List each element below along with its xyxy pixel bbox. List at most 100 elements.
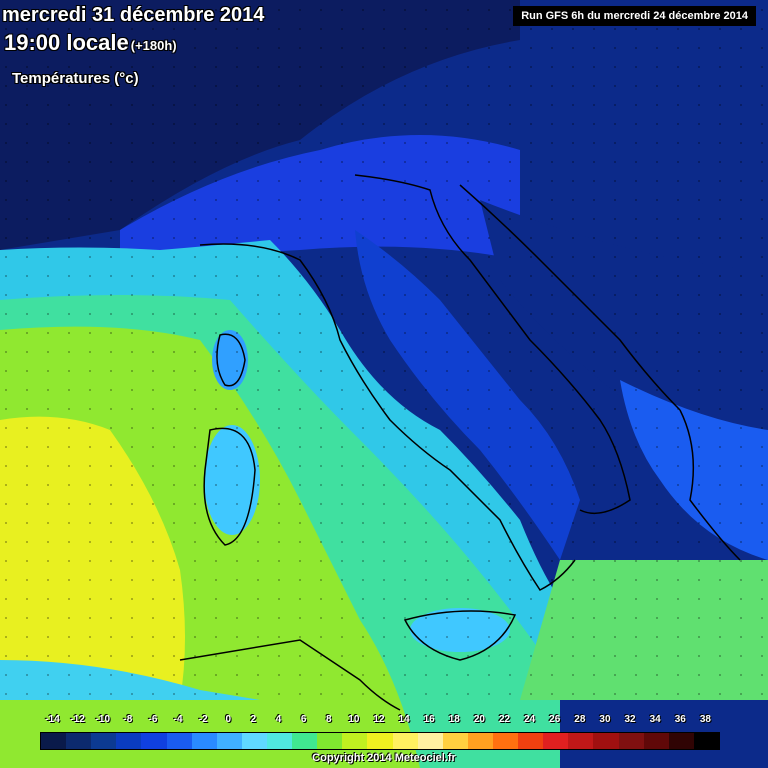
grid-point xyxy=(761,446,763,448)
grid-point xyxy=(404,484,406,486)
grid-point xyxy=(5,522,7,524)
grid-point xyxy=(698,522,700,524)
grid-point xyxy=(257,85,259,87)
grid-point xyxy=(89,522,91,524)
grid-point xyxy=(341,446,343,448)
grid-point xyxy=(719,332,721,334)
grid-point xyxy=(383,256,385,258)
grid-point xyxy=(551,332,553,334)
grid-point xyxy=(131,199,133,201)
grid-point xyxy=(572,313,574,315)
grid-point xyxy=(614,427,616,429)
grid-point xyxy=(551,161,553,163)
grid-point xyxy=(257,522,259,524)
grid-point xyxy=(593,617,595,619)
grid-point xyxy=(698,218,700,220)
grid-point xyxy=(635,541,637,543)
grid-point xyxy=(152,579,154,581)
grid-point xyxy=(194,465,196,467)
grid-point xyxy=(236,256,238,258)
legend-swatch xyxy=(593,733,619,749)
grid-point xyxy=(131,142,133,144)
grid-point xyxy=(278,180,280,182)
grid-point xyxy=(257,237,259,239)
grid-point xyxy=(656,294,658,296)
grid-point xyxy=(761,104,763,106)
grid-point xyxy=(425,693,427,695)
grid-point xyxy=(488,256,490,258)
grid-point xyxy=(47,104,49,106)
grid-point xyxy=(593,218,595,220)
grid-point xyxy=(425,85,427,87)
grid-point xyxy=(572,351,574,353)
grid-point xyxy=(215,541,217,543)
grid-point xyxy=(383,579,385,581)
grid-point xyxy=(677,446,679,448)
grid-point xyxy=(194,693,196,695)
grid-point xyxy=(614,370,616,372)
grid-point xyxy=(257,47,259,49)
grid-point xyxy=(761,294,763,296)
grid-point xyxy=(26,142,28,144)
grid-point xyxy=(278,199,280,201)
grid-point xyxy=(47,408,49,410)
grid-point xyxy=(488,522,490,524)
grid-point xyxy=(656,522,658,524)
grid-point xyxy=(152,218,154,220)
grid-point xyxy=(68,142,70,144)
grid-point xyxy=(593,142,595,144)
grid-point xyxy=(68,275,70,277)
grid-point xyxy=(677,674,679,676)
grid-point xyxy=(467,142,469,144)
grid-point xyxy=(236,104,238,106)
grid-point xyxy=(383,47,385,49)
grid-point xyxy=(740,66,742,68)
grid-point xyxy=(761,256,763,258)
legend-label: -2 xyxy=(198,714,208,725)
grid-point xyxy=(530,104,532,106)
grid-point xyxy=(446,693,448,695)
grid-point xyxy=(656,161,658,163)
grid-point xyxy=(299,332,301,334)
grid-point xyxy=(299,294,301,296)
grid-point xyxy=(761,674,763,676)
grid-point xyxy=(719,598,721,600)
grid-point xyxy=(383,142,385,144)
grid-point xyxy=(320,218,322,220)
legend-label: -4 xyxy=(173,714,183,725)
grid-point xyxy=(89,484,91,486)
grid-point xyxy=(26,541,28,543)
grid-point xyxy=(740,218,742,220)
grid-point xyxy=(152,199,154,201)
grid-point xyxy=(5,123,7,125)
grid-point xyxy=(509,484,511,486)
grid-point xyxy=(320,180,322,182)
grid-point xyxy=(614,503,616,505)
grid-point xyxy=(740,636,742,638)
grid-point xyxy=(152,351,154,353)
grid-point xyxy=(383,275,385,277)
grid-point xyxy=(509,199,511,201)
legend-label: 18 xyxy=(448,714,460,725)
grid-point xyxy=(194,313,196,315)
grid-point xyxy=(677,484,679,486)
grid-point xyxy=(719,313,721,315)
grid-point xyxy=(26,237,28,239)
grid-point xyxy=(488,123,490,125)
grid-point xyxy=(509,332,511,334)
grid-point xyxy=(362,655,364,657)
grid-point xyxy=(89,294,91,296)
grid-point xyxy=(719,693,721,695)
grid-point xyxy=(572,674,574,676)
legend-swatch xyxy=(492,733,519,749)
grid-point xyxy=(173,180,175,182)
grid-point xyxy=(68,522,70,524)
grid-point xyxy=(110,617,112,619)
grid-point xyxy=(719,541,721,543)
grid-point xyxy=(47,674,49,676)
grid-point xyxy=(215,427,217,429)
grid-point xyxy=(152,180,154,182)
grid-point xyxy=(740,256,742,258)
grid-point xyxy=(341,332,343,334)
grid-point xyxy=(488,104,490,106)
